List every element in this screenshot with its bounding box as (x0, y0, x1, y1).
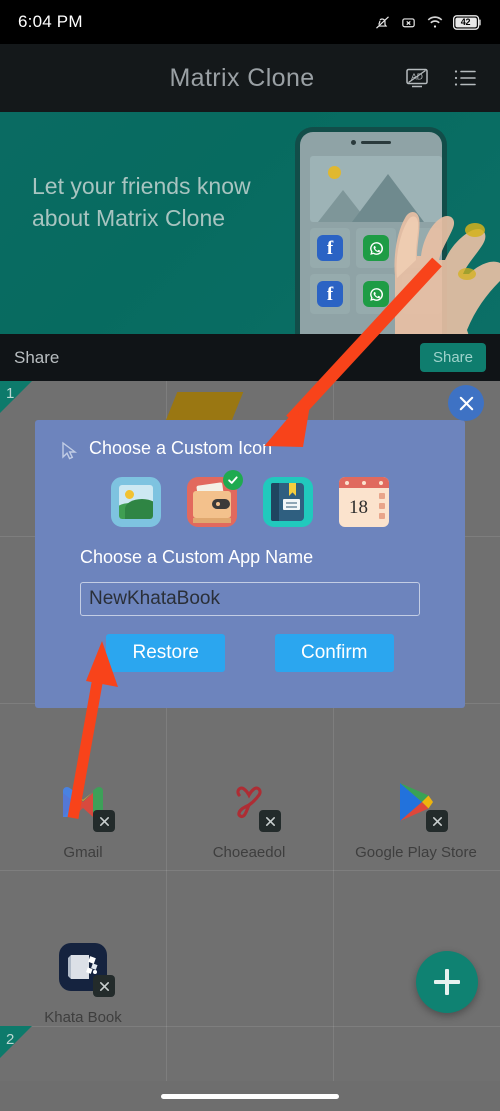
wifi-icon (426, 14, 444, 31)
vibrate-off-icon (374, 14, 391, 31)
restore-button[interactable]: Restore (106, 634, 225, 672)
banner-illustration: f f (285, 112, 500, 334)
mouse-pointer-icon (61, 441, 79, 466)
custom-icon-name-dialog: Choose a Custom Icon 18 Choose a Custom … (35, 420, 465, 708)
dialog-icon-title: Choose a Custom Icon (89, 438, 273, 458)
facebook-icon: f (310, 228, 350, 268)
app-label: Gmail (63, 844, 103, 861)
status-bar-clock: 6:04 PM (18, 12, 83, 31)
close-icon (459, 396, 473, 410)
phone-screen: 6:04 PM 42 Matrix Clone AD Let your frie… (0, 0, 500, 1111)
page-badge-1-number: 1 (6, 385, 15, 402)
custom-app-name-input[interactable] (80, 582, 420, 616)
battery-level-text: 42 (460, 16, 471, 27)
gallery-icon (111, 477, 161, 527)
gmail-icon (57, 776, 115, 832)
app-bar-actions: AD (404, 65, 500, 91)
icon-option-wallet[interactable] (187, 470, 243, 527)
app-item-gmail[interactable]: Gmail (0, 776, 166, 861)
gesture-pill[interactable] (161, 1093, 339, 1099)
calendar-day-number: 18 (349, 497, 368, 518)
system-nav-bar (0, 1081, 500, 1111)
delete-app-badge[interactable] (426, 810, 448, 832)
no-ads-icon[interactable]: AD (404, 65, 430, 91)
no-sim-icon (400, 14, 417, 31)
share-button[interactable]: Share (419, 343, 486, 372)
app-label: Google Play Store (355, 844, 477, 861)
app-bar: Matrix Clone AD (0, 44, 500, 112)
icon-option-calendar[interactable]: 18 (339, 477, 389, 527)
list-menu-icon[interactable] (452, 65, 478, 91)
khata-book-icon (57, 941, 115, 997)
app-label: Choeaedol (212, 844, 286, 861)
battery-icon: 42 (453, 14, 482, 30)
notebook-icon (263, 477, 313, 527)
calendar-icon: 18 (339, 477, 389, 527)
page-badge-2 (0, 1026, 32, 1058)
share-bar: Share Share (0, 334, 500, 381)
icon-option-gallery[interactable] (111, 477, 161, 527)
promo-banner[interactable]: Let your friends know about Matrix Clone… (0, 112, 500, 334)
dialog-name-title: Choose a Custom App Name (80, 547, 314, 567)
app-label: Khata Book (44, 1009, 122, 1026)
app-item-google-play-store[interactable]: Google Play Store (333, 776, 499, 861)
selected-check-icon (223, 470, 243, 490)
app-item-khata-book[interactable]: Khata Book (0, 941, 166, 1026)
delete-app-badge[interactable] (93, 810, 115, 832)
confirm-button[interactable]: Confirm (275, 634, 394, 672)
dialog-icon-header: Choose a Custom Icon (35, 438, 465, 460)
add-clone-fab[interactable] (416, 951, 478, 1013)
choeaedol-heart-icon (223, 776, 281, 832)
page-badge-1 (0, 381, 32, 413)
facebook-icon: f (310, 274, 350, 314)
pointing-hand-illustration (394, 212, 500, 334)
status-bar-icons: 42 (374, 14, 482, 31)
google-play-icon (390, 776, 448, 832)
page-title: Matrix Clone (169, 63, 315, 92)
phone-notch (351, 140, 391, 145)
delete-app-badge[interactable] (93, 975, 115, 997)
icon-option-notebook[interactable] (263, 477, 313, 527)
status-bar: 6:04 PM 42 (0, 0, 500, 44)
share-bar-label: Share (14, 347, 60, 367)
close-dialog-button[interactable] (448, 385, 484, 421)
delete-app-badge[interactable] (259, 810, 281, 832)
dialog-actions: Restore Confirm (35, 634, 465, 672)
page-badge-2-number: 2 (6, 1031, 15, 1048)
custom-icon-options: 18 (35, 470, 465, 527)
banner-headline: Let your friends know about Matrix Clone (32, 173, 251, 231)
app-item-choeaedol[interactable]: Choeaedol (166, 776, 332, 861)
